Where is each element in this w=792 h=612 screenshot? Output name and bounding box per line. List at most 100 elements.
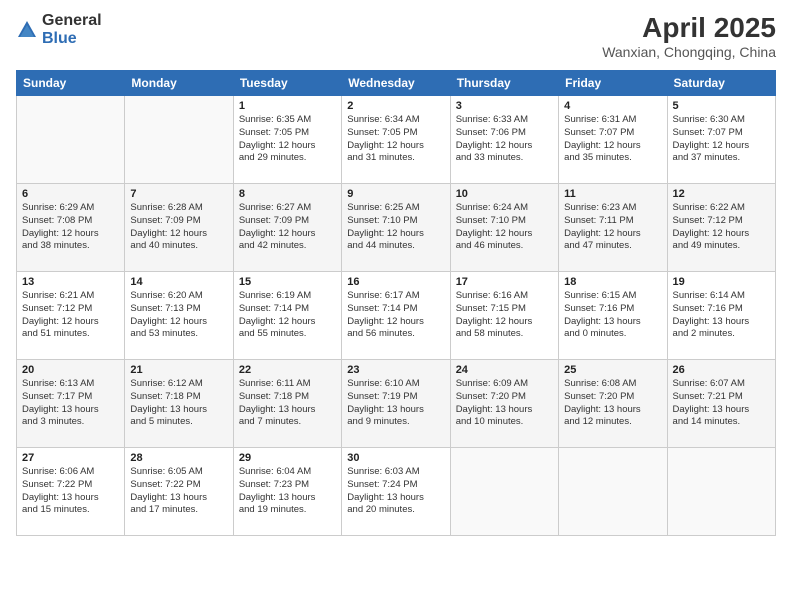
calendar-cell: 15 Sunrise: 6:19 AM Sunset: 7:14 PM Dayli… xyxy=(233,272,341,360)
calendar-cell xyxy=(125,96,233,184)
day-number: 10 xyxy=(456,188,553,200)
day-info: Sunrise: 6:05 AM Sunset: 7:22 PM Dayligh… xyxy=(130,466,227,517)
calendar-cell: 17 Sunrise: 6:16 AM Sunset: 7:15 PM Dayli… xyxy=(450,272,558,360)
weekday-header-friday: Friday xyxy=(559,71,667,96)
calendar-cell: 18 Sunrise: 6:15 AM Sunset: 7:16 PM Dayli… xyxy=(559,272,667,360)
calendar-cell: 24 Sunrise: 6:09 AM Sunset: 7:20 PM Dayli… xyxy=(450,360,558,448)
day-info: Sunrise: 6:23 AM Sunset: 7:11 PM Dayligh… xyxy=(564,202,661,253)
day-info: Sunrise: 6:27 AM Sunset: 7:09 PM Dayligh… xyxy=(239,202,336,253)
calendar-week-row: 1 Sunrise: 6:35 AM Sunset: 7:05 PM Daylig… xyxy=(17,96,776,184)
day-info: Sunrise: 6:14 AM Sunset: 7:16 PM Dayligh… xyxy=(673,290,770,341)
day-info: Sunrise: 6:15 AM Sunset: 7:16 PM Dayligh… xyxy=(564,290,661,341)
day-number: 12 xyxy=(673,188,770,200)
logo-text: General Blue xyxy=(42,12,102,47)
day-info: Sunrise: 6:19 AM Sunset: 7:14 PM Dayligh… xyxy=(239,290,336,341)
day-number: 8 xyxy=(239,188,336,200)
day-info: Sunrise: 6:11 AM Sunset: 7:18 PM Dayligh… xyxy=(239,378,336,429)
calendar-cell: 7Sunrise: 6:28 AM Sunset: 7:09 PM Daylig… xyxy=(125,184,233,272)
day-info: Sunrise: 6:20 AM Sunset: 7:13 PM Dayligh… xyxy=(130,290,227,341)
weekday-header-thursday: Thursday xyxy=(450,71,558,96)
day-number: 30 xyxy=(347,452,444,464)
weekday-header-tuesday: Tuesday xyxy=(233,71,341,96)
day-number: 20 xyxy=(22,364,119,376)
day-info: Sunrise: 6:10 AM Sunset: 7:19 PM Dayligh… xyxy=(347,378,444,429)
weekday-header-wednesday: Wednesday xyxy=(342,71,450,96)
calendar-week-row: 27Sunrise: 6:06 AM Sunset: 7:22 PM Dayli… xyxy=(17,448,776,536)
weekday-header-sunday: Sunday xyxy=(17,71,125,96)
calendar-cell: 19 Sunrise: 6:14 AM Sunset: 7:16 PM Dayli… xyxy=(667,272,775,360)
weekday-header-saturday: Saturday xyxy=(667,71,775,96)
calendar-cell: 21Sunrise: 6:12 AM Sunset: 7:18 PM Dayli… xyxy=(125,360,233,448)
calendar-cell: 30 Sunrise: 6:03 AM Sunset: 7:24 PM Dayli… xyxy=(342,448,450,536)
day-number: 26 xyxy=(673,364,770,376)
calendar-cell: 1 Sunrise: 6:35 AM Sunset: 7:05 PM Daylig… xyxy=(233,96,341,184)
day-number: 2 xyxy=(347,100,444,112)
day-number: 17 xyxy=(456,276,553,288)
day-number: 13 xyxy=(22,276,119,288)
day-number: 24 xyxy=(456,364,553,376)
calendar-cell: 29 Sunrise: 6:04 AM Sunset: 7:23 PM Dayli… xyxy=(233,448,341,536)
calendar-cell: 6 Sunrise: 6:29 AM Sunset: 7:08 PM Daylig… xyxy=(17,184,125,272)
calendar-cell: 25Sunrise: 6:08 AM Sunset: 7:20 PM Dayli… xyxy=(559,360,667,448)
day-info: Sunrise: 6:22 AM Sunset: 7:12 PM Dayligh… xyxy=(673,202,770,253)
day-info: Sunrise: 6:16 AM Sunset: 7:15 PM Dayligh… xyxy=(456,290,553,341)
calendar-cell xyxy=(559,448,667,536)
logo-general: General xyxy=(42,12,102,30)
calendar-cell: 26 Sunrise: 6:07 AM Sunset: 7:21 PM Dayli… xyxy=(667,360,775,448)
calendar-cell: 10Sunrise: 6:24 AM Sunset: 7:10 PM Dayli… xyxy=(450,184,558,272)
calendar-cell: 12 Sunrise: 6:22 AM Sunset: 7:12 PM Dayli… xyxy=(667,184,775,272)
day-info: Sunrise: 6:04 AM Sunset: 7:23 PM Dayligh… xyxy=(239,466,336,517)
day-info: Sunrise: 6:31 AM Sunset: 7:07 PM Dayligh… xyxy=(564,114,661,165)
day-info: Sunrise: 6:28 AM Sunset: 7:09 PM Dayligh… xyxy=(130,202,227,253)
calendar-week-row: 13Sunrise: 6:21 AM Sunset: 7:12 PM Dayli… xyxy=(17,272,776,360)
calendar-cell xyxy=(17,96,125,184)
day-info: Sunrise: 6:07 AM Sunset: 7:21 PM Dayligh… xyxy=(673,378,770,429)
calendar-cell: 5Sunrise: 6:30 AM Sunset: 7:07 PM Daylig… xyxy=(667,96,775,184)
day-number: 11 xyxy=(564,188,661,200)
header: General Blue April 2025 Wanxian, Chongqi… xyxy=(16,12,776,60)
day-info: Sunrise: 6:33 AM Sunset: 7:06 PM Dayligh… xyxy=(456,114,553,165)
calendar-table: SundayMondayTuesdayWednesdayThursdayFrid… xyxy=(16,70,776,536)
logo: General Blue xyxy=(16,12,102,47)
calendar-cell: 3Sunrise: 6:33 AM Sunset: 7:06 PM Daylig… xyxy=(450,96,558,184)
calendar-cell xyxy=(667,448,775,536)
day-number: 28 xyxy=(130,452,227,464)
calendar-cell xyxy=(450,448,558,536)
day-info: Sunrise: 6:35 AM Sunset: 7:05 PM Dayligh… xyxy=(239,114,336,165)
day-number: 14 xyxy=(130,276,227,288)
day-info: Sunrise: 6:17 AM Sunset: 7:14 PM Dayligh… xyxy=(347,290,444,341)
day-info: Sunrise: 6:03 AM Sunset: 7:24 PM Dayligh… xyxy=(347,466,444,517)
day-info: Sunrise: 6:29 AM Sunset: 7:08 PM Dayligh… xyxy=(22,202,119,253)
calendar-cell: 2 Sunrise: 6:34 AM Sunset: 7:05 PM Daylig… xyxy=(342,96,450,184)
calendar-cell: 20 Sunrise: 6:13 AM Sunset: 7:17 PM Dayli… xyxy=(17,360,125,448)
day-number: 21 xyxy=(130,364,227,376)
calendar-cell: 14 Sunrise: 6:20 AM Sunset: 7:13 PM Dayli… xyxy=(125,272,233,360)
calendar-week-row: 6 Sunrise: 6:29 AM Sunset: 7:08 PM Daylig… xyxy=(17,184,776,272)
day-number: 29 xyxy=(239,452,336,464)
day-info: Sunrise: 6:08 AM Sunset: 7:20 PM Dayligh… xyxy=(564,378,661,429)
day-number: 23 xyxy=(347,364,444,376)
day-number: 6 xyxy=(22,188,119,200)
day-number: 1 xyxy=(239,100,336,112)
day-number: 15 xyxy=(239,276,336,288)
day-info: Sunrise: 6:13 AM Sunset: 7:17 PM Dayligh… xyxy=(22,378,119,429)
day-info: Sunrise: 6:09 AM Sunset: 7:20 PM Dayligh… xyxy=(456,378,553,429)
day-number: 9 xyxy=(347,188,444,200)
location: Wanxian, Chongqing, China xyxy=(602,44,776,60)
weekday-header-row: SundayMondayTuesdayWednesdayThursdayFrid… xyxy=(17,71,776,96)
logo-icon xyxy=(16,19,38,41)
day-number: 4 xyxy=(564,100,661,112)
calendar-cell: 27Sunrise: 6:06 AM Sunset: 7:22 PM Dayli… xyxy=(17,448,125,536)
calendar-cell: 23 Sunrise: 6:10 AM Sunset: 7:19 PM Dayli… xyxy=(342,360,450,448)
day-number: 18 xyxy=(564,276,661,288)
calendar-cell: 11 Sunrise: 6:23 AM Sunset: 7:11 PM Dayli… xyxy=(559,184,667,272)
calendar-cell: 28 Sunrise: 6:05 AM Sunset: 7:22 PM Dayli… xyxy=(125,448,233,536)
calendar-cell: 8 Sunrise: 6:27 AM Sunset: 7:09 PM Daylig… xyxy=(233,184,341,272)
day-info: Sunrise: 6:34 AM Sunset: 7:05 PM Dayligh… xyxy=(347,114,444,165)
day-number: 19 xyxy=(673,276,770,288)
calendar-cell: 9Sunrise: 6:25 AM Sunset: 7:10 PM Daylig… xyxy=(342,184,450,272)
calendar-cell: 13Sunrise: 6:21 AM Sunset: 7:12 PM Dayli… xyxy=(17,272,125,360)
calendar-cell: 16 Sunrise: 6:17 AM Sunset: 7:14 PM Dayli… xyxy=(342,272,450,360)
day-number: 16 xyxy=(347,276,444,288)
logo-blue: Blue xyxy=(42,30,102,48)
